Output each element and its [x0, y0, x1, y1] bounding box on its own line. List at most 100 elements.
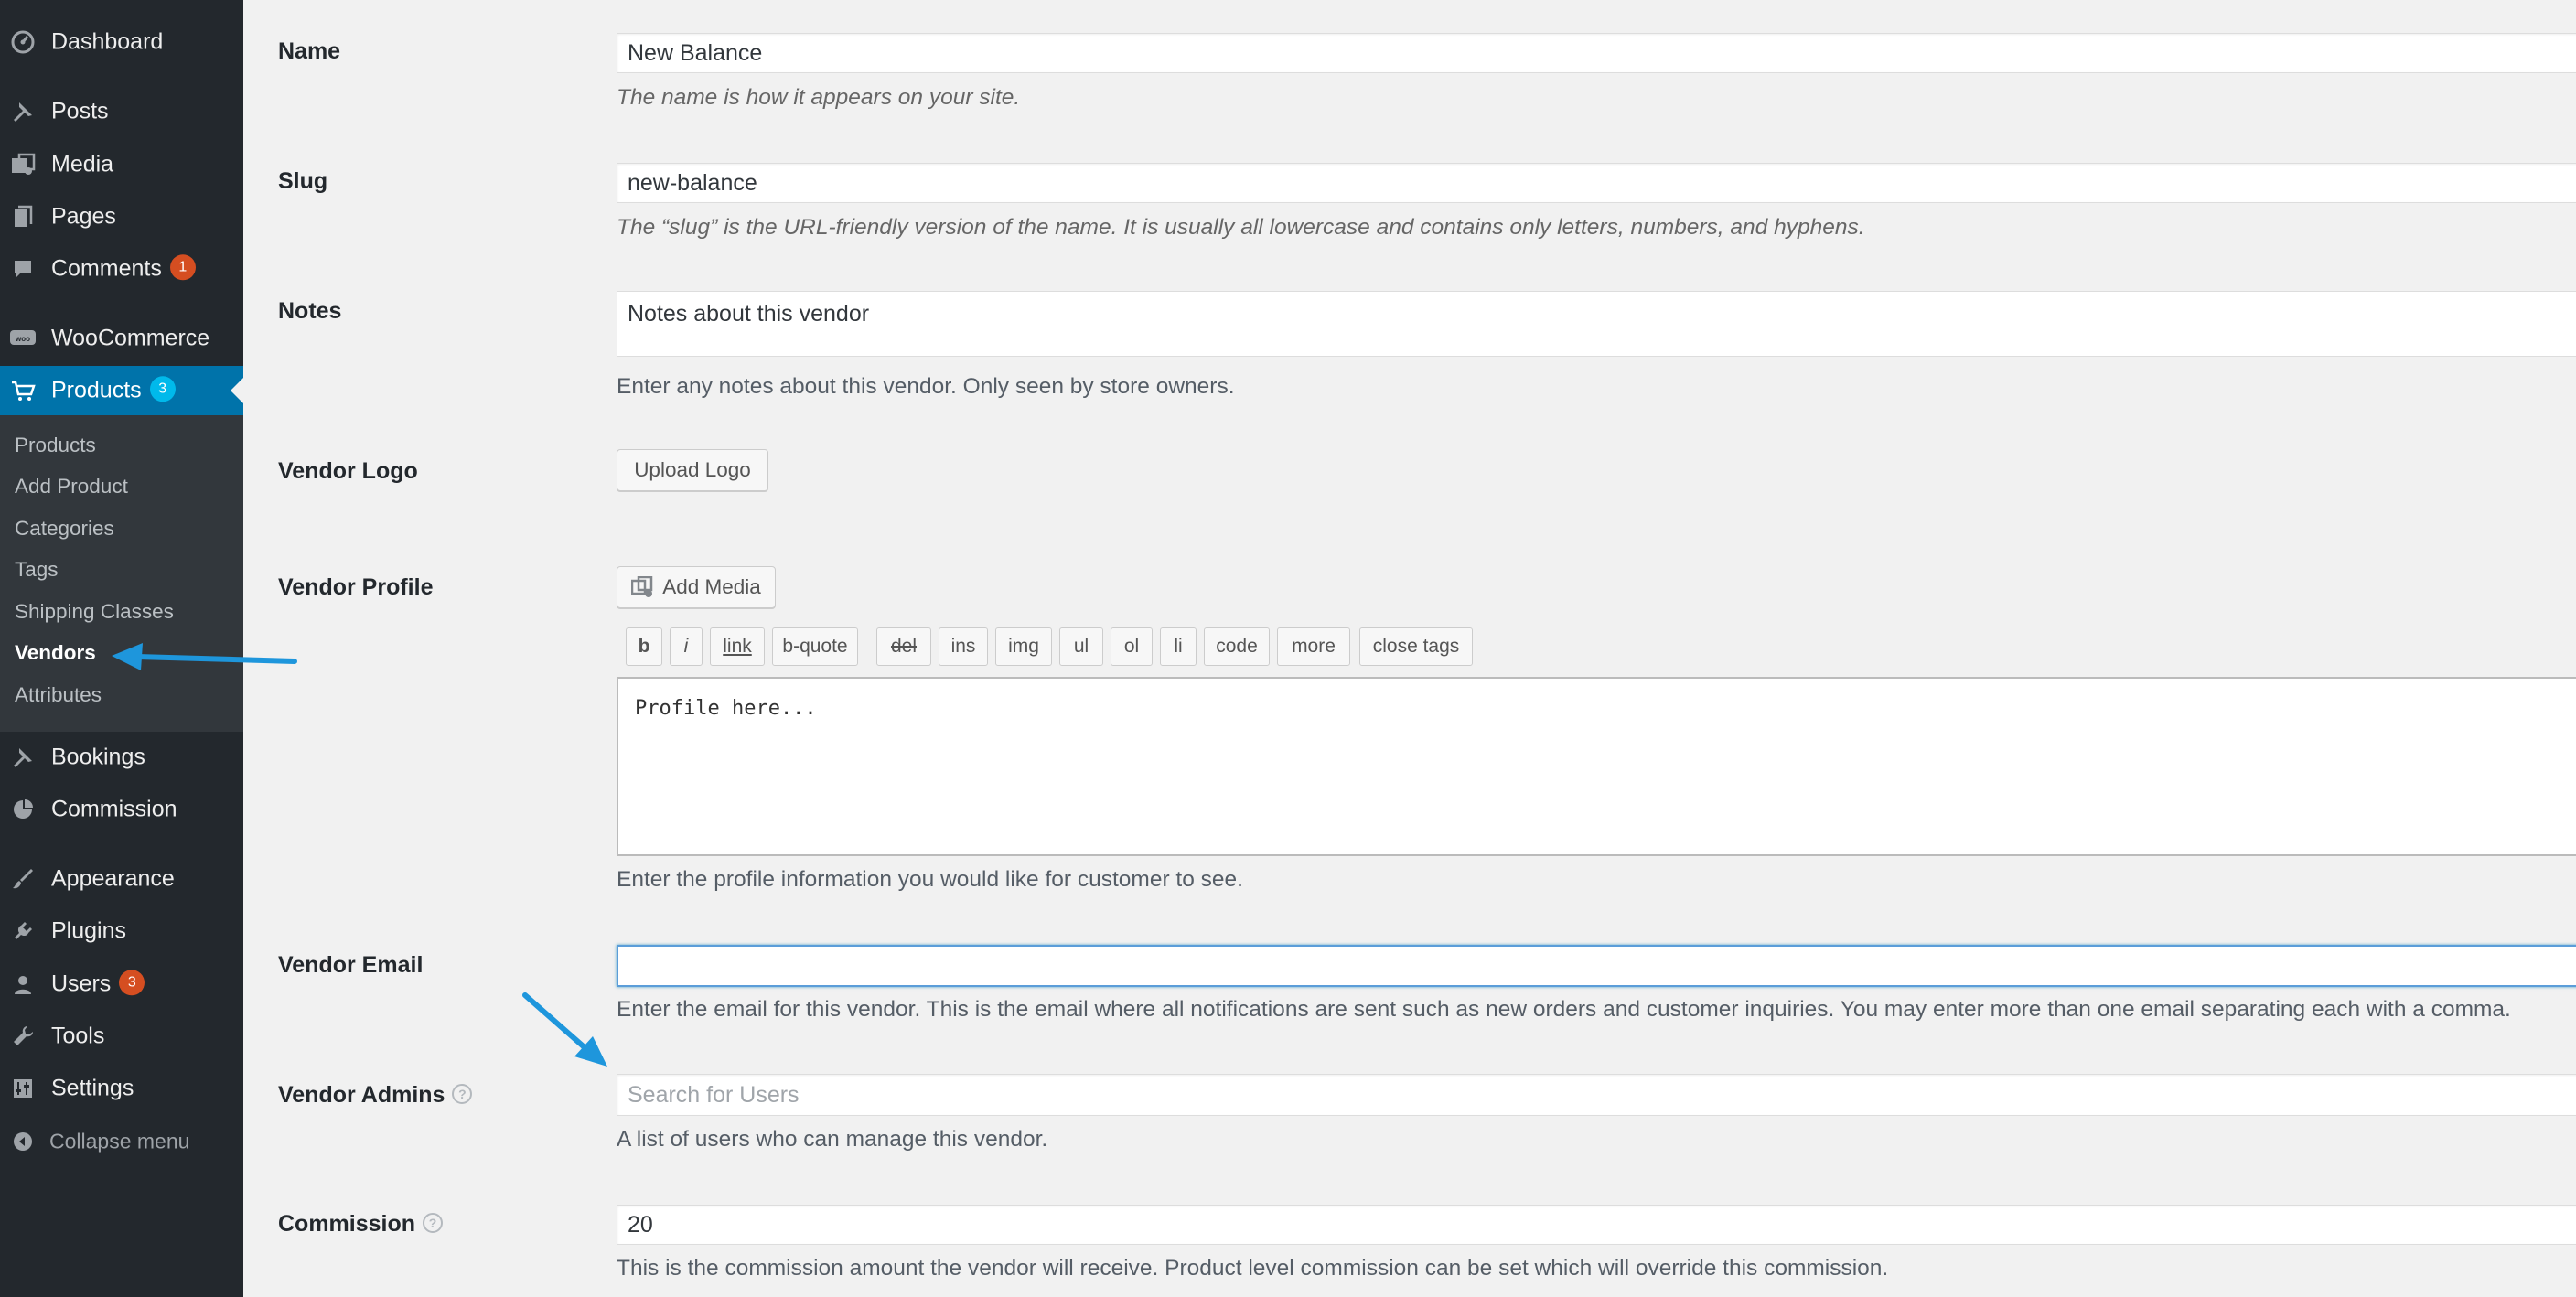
help-icon[interactable]: ?	[452, 1084, 473, 1105]
submenu-products[interactable]: Products	[15, 434, 96, 457]
menu-dashboard[interactable]: Dashboard	[0, 17, 243, 67]
pin-icon	[9, 744, 37, 771]
commission-input[interactable]	[617, 1205, 2576, 1245]
help-icon[interactable]: ?	[423, 1213, 444, 1234]
menu-dashboard-label: Dashboard	[51, 28, 164, 55]
admin-sidebar: Dashboard Posts Media Pages Comments 1 wo…	[0, 0, 243, 1297]
menu-products[interactable]: Products 3	[0, 366, 243, 415]
menu-media-label: Media	[51, 151, 114, 177]
collapse-icon	[9, 1128, 37, 1155]
quicktag-blockquote-button[interactable]: b-quote	[772, 627, 858, 666]
collapse-menu-label: Collapse menu	[49, 1129, 190, 1153]
menu-settings[interactable]: Settings	[0, 1064, 243, 1113]
add-media-label: Add Media	[662, 575, 761, 598]
menu-users-label: Users	[51, 970, 112, 997]
submenu-categories[interactable]: Categories	[15, 517, 114, 541]
quicktag-more-button[interactable]: more	[1277, 627, 1350, 666]
woo-icon: woo	[9, 325, 37, 352]
collapse-menu-button[interactable]: Collapse menu	[0, 1117, 243, 1166]
vendor-profile-label: Vendor Profile	[278, 574, 434, 600]
menu-appearance[interactable]: Appearance	[0, 854, 243, 904]
submenu-attributes[interactable]: Attributes	[15, 683, 102, 707]
profile-editor-textarea[interactable]: Profile here...	[617, 677, 2576, 856]
menu-commission[interactable]: Commission	[0, 785, 243, 834]
dashboard-icon	[9, 28, 37, 56]
upload-logo-button[interactable]: Upload Logo	[617, 449, 768, 491]
submenu-shipping-classes[interactable]: Shipping Classes	[15, 600, 174, 624]
pin-icon	[9, 98, 37, 125]
menu-bookings[interactable]: Bookings	[0, 733, 243, 782]
quicktag-italic-button[interactable]: i	[670, 627, 703, 666]
vendor-admins-label: Vendor Admins?	[278, 1082, 473, 1109]
menu-tools[interactable]: Tools	[0, 1012, 243, 1061]
commission-description: This is the commission amount the vendor…	[617, 1256, 1889, 1281]
quicktag-del-button[interactable]: del	[876, 627, 931, 666]
menu-comments-label: Comments	[51, 255, 162, 282]
menu-plugins[interactable]: Plugins	[0, 906, 243, 956]
vendor-email-description: Enter the email for this vendor. This is…	[617, 997, 2511, 1022]
add-media-button[interactable]: Add Media	[617, 566, 776, 608]
commission-label-text: Commission	[278, 1211, 416, 1237]
menu-comments[interactable]: Comments 1	[0, 244, 243, 294]
name-label: Name	[278, 38, 341, 64]
notes-description: Enter any notes about this vendor. Only …	[617, 374, 1235, 399]
menu-media[interactable]: Media	[0, 140, 243, 189]
quicktag-code-button[interactable]: code	[1204, 627, 1270, 666]
pie-chart-icon	[9, 796, 37, 823]
comments-count-badge: 1	[169, 254, 196, 281]
menu-pages-label: Pages	[51, 203, 116, 230]
quicktag-bold-button[interactable]: b	[626, 627, 662, 666]
submenu-add-product[interactable]: Add Product	[15, 475, 128, 498]
quicktag-img-button[interactable]: img	[995, 627, 1052, 666]
slug-description: The “slug” is the URL-friendly version o…	[617, 215, 1865, 240]
menu-bookings-label: Bookings	[51, 744, 145, 770]
menu-users-text: Users 3	[51, 970, 145, 997]
plug-icon	[9, 917, 37, 945]
menu-settings-label: Settings	[51, 1075, 134, 1101]
brush-icon	[9, 865, 37, 893]
cart-icon	[9, 377, 37, 404]
sliders-icon	[9, 1075, 37, 1102]
vendor-email-label: Vendor Email	[278, 952, 424, 978]
products-count-badge: 3	[149, 376, 176, 402]
vendor-logo-label: Vendor Logo	[278, 458, 418, 484]
user-icon	[9, 970, 37, 998]
add-media-icon	[631, 576, 655, 598]
svg-text:woo: woo	[15, 335, 30, 343]
quicktag-ins-button[interactable]: ins	[939, 627, 988, 666]
products-submenu: Products Add Product Categories Tags Shi…	[0, 415, 243, 732]
quicktag-close-tags-button[interactable]: close tags	[1359, 627, 1473, 666]
vendor-admins-label-text: Vendor Admins	[278, 1082, 445, 1108]
menu-pages[interactable]: Pages	[0, 192, 243, 241]
users-count-badge: 3	[119, 970, 145, 996]
name-input[interactable]	[617, 33, 2576, 73]
menu-woocommerce-label: WooCommerce	[51, 325, 210, 351]
menu-products-text: Products 3	[51, 376, 176, 403]
submenu-tags[interactable]: Tags	[15, 558, 59, 582]
menu-users[interactable]: Users 3	[0, 959, 243, 1009]
comment-icon	[9, 255, 37, 283]
quicktag-li-button[interactable]: li	[1160, 627, 1197, 666]
quicktag-link-button[interactable]: link	[710, 627, 765, 666]
menu-posts-label: Posts	[51, 98, 109, 124]
menu-comments-text: Comments 1	[51, 254, 196, 282]
menu-woocommerce[interactable]: woo WooCommerce	[0, 314, 243, 363]
menu-posts[interactable]: Posts	[0, 87, 243, 136]
vendor-edit-form: Name The name is how it appears on your …	[243, 0, 2576, 1297]
notes-textarea[interactable]: Notes about this vendor	[617, 291, 2576, 357]
submenu-vendors[interactable]: Vendors	[15, 641, 96, 665]
menu-tools-label: Tools	[51, 1023, 105, 1049]
menu-plugins-label: Plugins	[51, 917, 126, 944]
menu-commission-label: Commission	[51, 796, 177, 822]
commission-label: Commission?	[278, 1211, 444, 1238]
slug-input[interactable]	[617, 163, 2576, 203]
slug-label: Slug	[278, 168, 328, 194]
vendor-email-input[interactable]	[617, 945, 2576, 987]
vendor-admins-search-input[interactable]	[617, 1074, 2576, 1116]
pages-icon	[9, 203, 37, 230]
menu-appearance-label: Appearance	[51, 865, 175, 892]
wrench-icon	[9, 1023, 37, 1050]
quicktag-ol-button[interactable]: ol	[1111, 627, 1153, 666]
media-icon	[9, 151, 37, 178]
quicktag-ul-button[interactable]: ul	[1059, 627, 1103, 666]
